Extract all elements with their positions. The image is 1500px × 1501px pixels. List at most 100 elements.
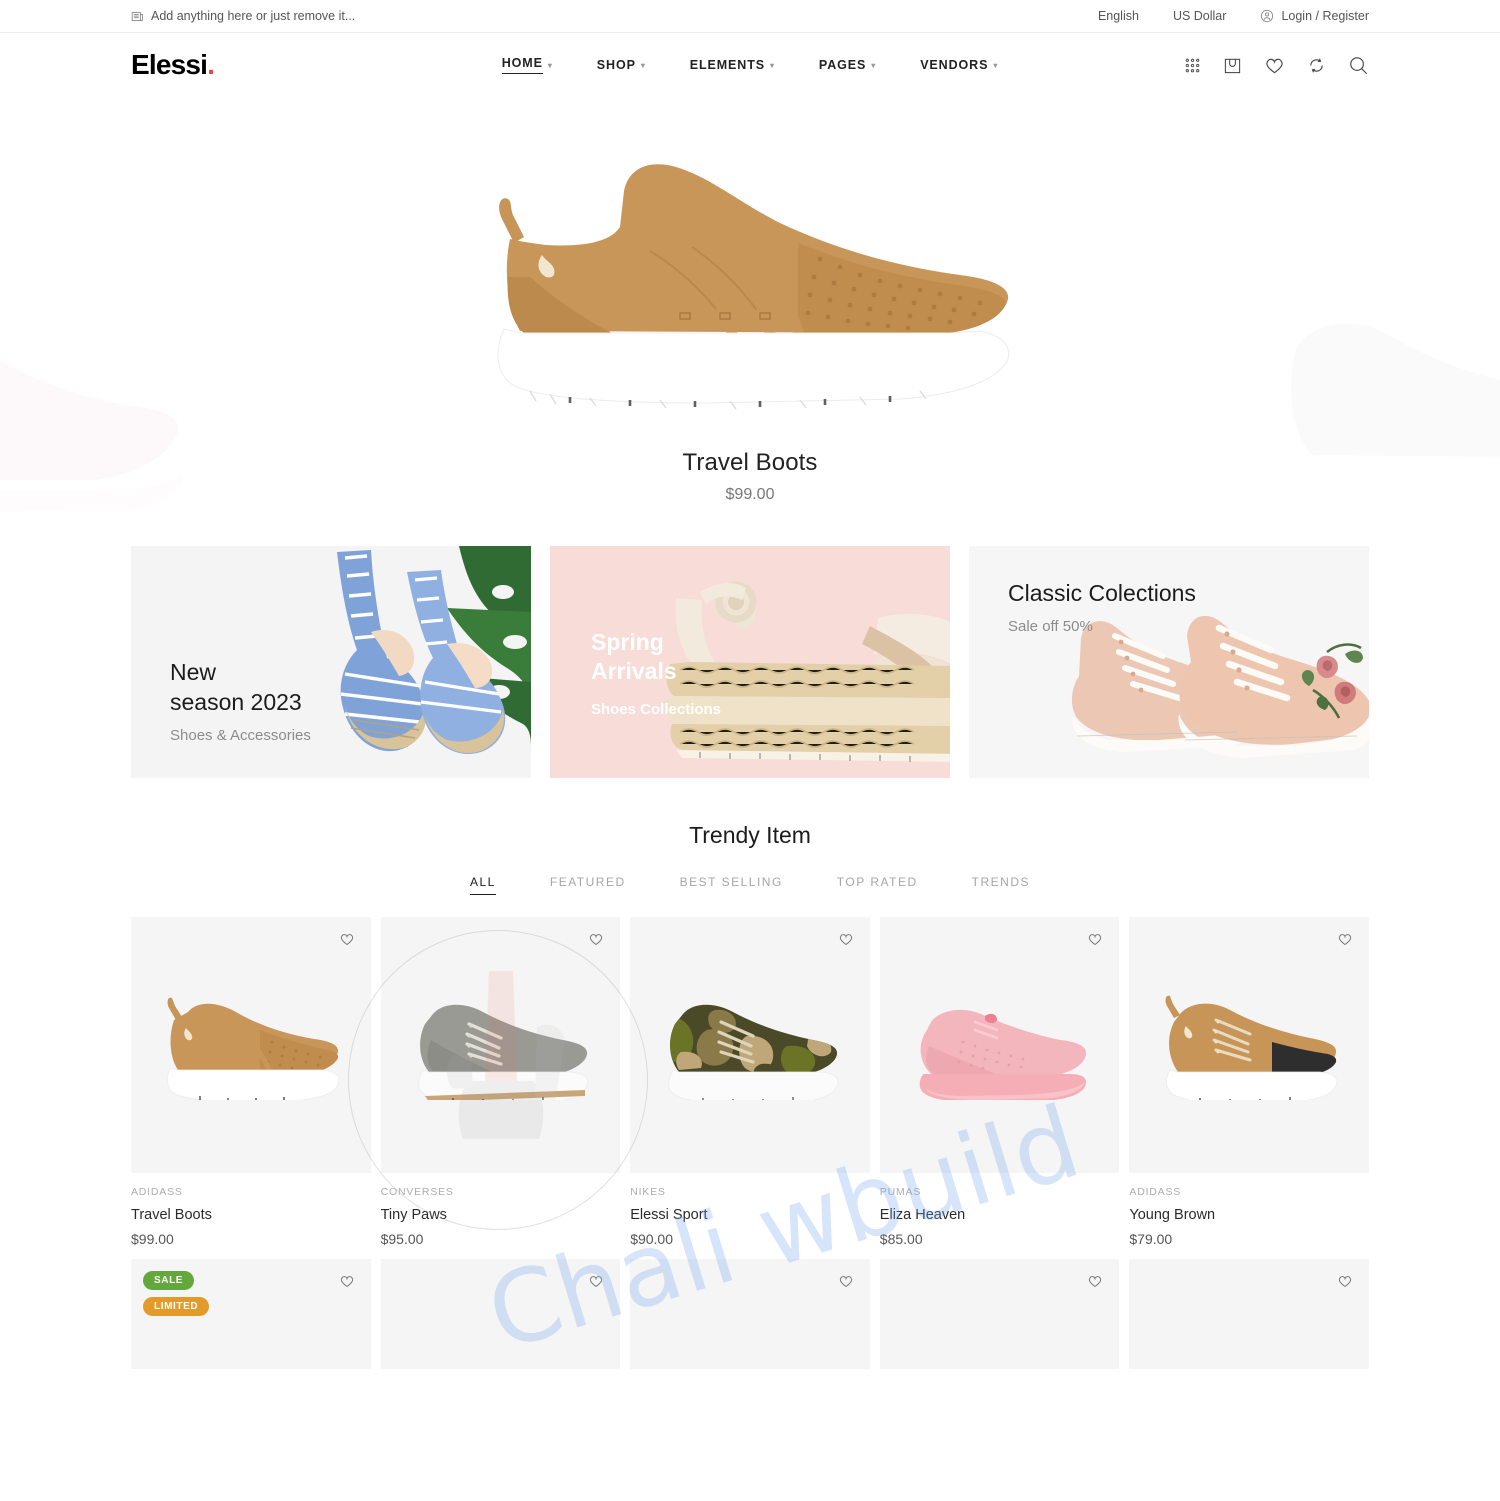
- promo-banner-spring-arrivals[interactable]: Spring Arrivals Shoes Collections: [550, 546, 950, 778]
- top-bar-notice: Add anything here or just remove it...: [131, 9, 355, 23]
- product-brand: ADIDASS: [1129, 1186, 1182, 1198]
- tab-best-selling[interactable]: BEST SELLING: [680, 875, 783, 895]
- product-image[interactable]: [380, 1259, 621, 1369]
- nav-item-shop[interactable]: SHOP ▾: [597, 58, 646, 72]
- product-card[interactable]: ADIDASS Young Brown $79.00: [1129, 917, 1369, 1247]
- nav-label-elements: ELEMENTS: [689, 58, 765, 72]
- product-card[interactable]: [1129, 1259, 1369, 1369]
- promo-heading-line2: season 2023: [170, 688, 302, 715]
- product-image[interactable]: [380, 917, 621, 1173]
- user-icon: [1260, 9, 1274, 23]
- hero-slider[interactable]: Travel Boots $99.00: [0, 97, 1500, 527]
- wishlist-icon[interactable]: [1087, 1273, 1103, 1289]
- product-image[interactable]: [1129, 917, 1369, 1173]
- chevron-down-icon: ▾: [640, 60, 646, 70]
- site-header: Elessi. HOME ▾ SHOP ▾ ELEMENTS ▾ PAGES ▾…: [0, 33, 1500, 97]
- promo-heading-line1: New: [170, 659, 217, 686]
- product-badges: SALE LIMITED: [143, 1271, 210, 1323]
- wishlist-icon[interactable]: [339, 931, 355, 947]
- logo[interactable]: Elessi.: [131, 49, 215, 81]
- chevron-down-icon: ▾: [993, 60, 999, 70]
- promo-banner-spring-arrivals-text: Spring Arrivals Shoes Collections: [591, 628, 721, 718]
- chevron-down-icon: ▾: [871, 60, 877, 70]
- product-card[interactable]: ADIDASS Travel Boots $99.00: [131, 917, 371, 1247]
- hero-product-image: [480, 147, 1025, 437]
- product-card[interactable]: [630, 1259, 870, 1369]
- logo-dot: .: [207, 49, 215, 80]
- product-card[interactable]: SALE LIMITED: [131, 1259, 371, 1369]
- nav-item-elements[interactable]: ELEMENTS ▾: [690, 58, 775, 72]
- search-icon[interactable]: [1348, 55, 1369, 76]
- status-badge-limited: LIMITED: [143, 1297, 210, 1316]
- product-price: $85.00: [879, 1231, 923, 1247]
- promo-banner-classic-collections[interactable]: Classic Colections Sale off 50%: [969, 546, 1369, 778]
- product-price: $90.00: [630, 1231, 674, 1247]
- product-filter-tabs: ALL FEATURED BEST SELLING TOP RATED TREN…: [0, 875, 1500, 895]
- wishlist-icon[interactable]: [588, 931, 604, 947]
- promo-heading-line1: Spring: [591, 629, 664, 655]
- promo-subtext: Sale off 50%: [1008, 618, 1093, 636]
- tab-all[interactable]: ALL: [470, 875, 496, 895]
- wishlist-icon[interactable]: [339, 1273, 355, 1289]
- promo-subtext: Shoes & Accessories: [170, 727, 311, 744]
- heart-icon[interactable]: [1264, 55, 1285, 76]
- product-image[interactable]: [879, 1259, 1120, 1369]
- product-name[interactable]: Eliza Heaven: [880, 1207, 1120, 1223]
- product-image[interactable]: [131, 917, 371, 1173]
- product-meta: PUMAS Eliza Heaven $85.00: [880, 1173, 1120, 1247]
- wishlist-icon[interactable]: [1337, 931, 1353, 947]
- product-meta: CONVERSES Tiny Paws $95.00: [381, 1173, 621, 1247]
- product-brand: NIKES: [630, 1186, 666, 1198]
- logo-text: Elessi: [131, 49, 208, 80]
- product-name[interactable]: Elessi Sport: [630, 1207, 870, 1223]
- hero-product-title: Travel Boots: [682, 449, 818, 476]
- tab-top-rated[interactable]: TOP RATED: [837, 875, 918, 895]
- product-card[interactable]: CONVERSES Tiny Paws $95.00: [380, 917, 621, 1247]
- nav-item-pages[interactable]: PAGES ▾: [819, 58, 876, 72]
- promo-banner-row: New season 2023 Shoes & Accessories Spri…: [0, 546, 1500, 778]
- compare-icon[interactable]: [1307, 56, 1326, 75]
- product-image[interactable]: [630, 1259, 870, 1369]
- grid-icon[interactable]: [1184, 57, 1201, 74]
- product-name[interactable]: Tiny Paws: [381, 1207, 621, 1223]
- product-brand: PUMAS: [879, 1186, 922, 1198]
- product-name[interactable]: Travel Boots: [131, 1207, 371, 1223]
- product-meta: NIKES Elessi Sport $90.00: [630, 1173, 870, 1247]
- promo-banner-classic-collections-text: Classic Colections Sale off 50%: [1008, 579, 1196, 635]
- product-name[interactable]: Young Brown: [1129, 1207, 1369, 1223]
- wishlist-icon[interactable]: [1087, 931, 1103, 947]
- product-price: $99.00: [131, 1231, 174, 1247]
- promo-heading-line1: Classic Colections: [1008, 580, 1196, 606]
- product-card[interactable]: NIKES Elessi Sport $90.00: [630, 917, 870, 1247]
- product-grid-row-1: ADIDASS Travel Boots $99.00 CONVERSES Ti…: [0, 917, 1500, 1247]
- promo-subtext: Shoes Collections: [591, 700, 722, 718]
- tab-featured[interactable]: FEATURED: [550, 875, 626, 895]
- wishlist-icon[interactable]: [838, 931, 854, 947]
- product-image[interactable]: [879, 917, 1120, 1173]
- tab-trends[interactable]: TRENDS: [972, 875, 1030, 895]
- wishlist-icon[interactable]: [1337, 1273, 1353, 1289]
- top-bar: Add anything here or just remove it... E…: [0, 0, 1500, 33]
- nav-label-vendors: VENDORS: [920, 58, 989, 72]
- shopping-bag-icon[interactable]: [1223, 56, 1242, 75]
- nav-item-vendors[interactable]: VENDORS ▾: [920, 58, 998, 72]
- chevron-down-icon: ▾: [770, 60, 775, 70]
- nav-label-pages: PAGES: [818, 58, 867, 72]
- promo-banner-new-season[interactable]: New season 2023 Shoes & Accessories: [131, 546, 531, 778]
- product-image[interactable]: [1129, 1259, 1369, 1369]
- nav-item-home[interactable]: HOME ▾: [501, 56, 553, 74]
- wishlist-icon[interactable]: [838, 1273, 854, 1289]
- product-price: $79.00: [1129, 1231, 1173, 1247]
- product-meta: ADIDASS Travel Boots $99.00: [131, 1173, 371, 1247]
- promo-banner-new-season-text: New season 2023 Shoes & Accessories: [170, 658, 311, 744]
- product-brand: ADIDASS: [131, 1186, 183, 1198]
- status-badge-sale: SALE: [143, 1271, 195, 1290]
- product-card[interactable]: PUMAS Eliza Heaven $85.00: [879, 917, 1120, 1247]
- product-card[interactable]: [879, 1259, 1120, 1369]
- currency-selector[interactable]: US Dollar: [1173, 9, 1227, 23]
- wishlist-icon[interactable]: [588, 1273, 604, 1289]
- login-register-link[interactable]: Login / Register: [1260, 9, 1369, 23]
- product-image[interactable]: [630, 917, 870, 1173]
- product-card[interactable]: [380, 1259, 621, 1369]
- language-selector[interactable]: English: [1098, 9, 1139, 23]
